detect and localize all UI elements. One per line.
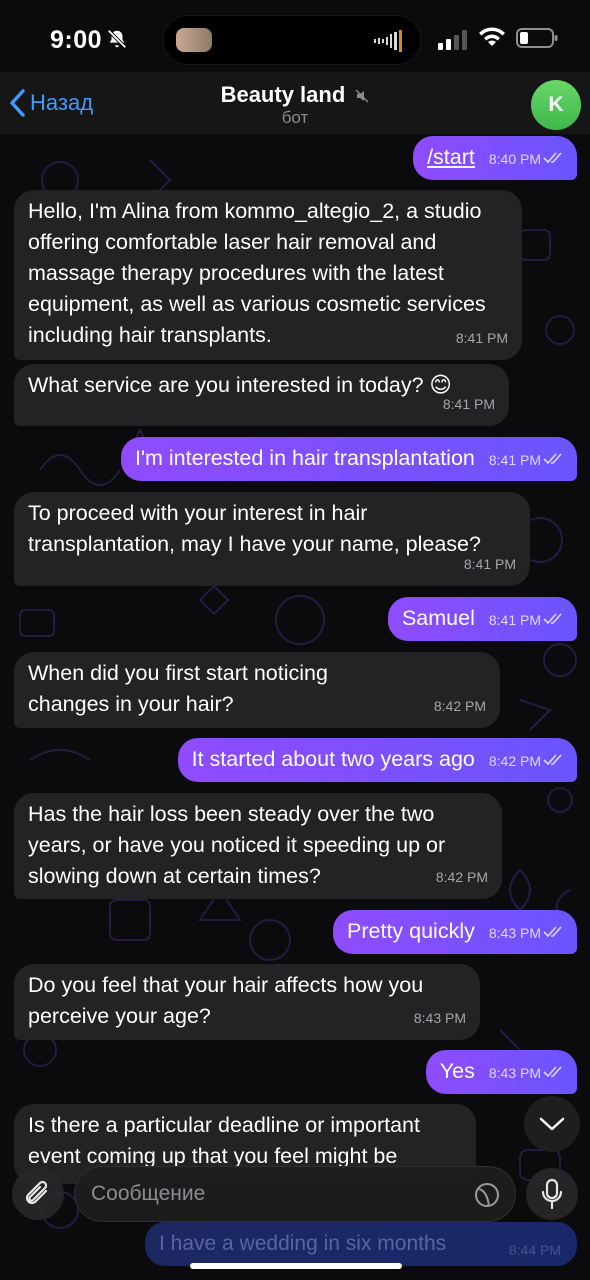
message-composer: [0, 1160, 590, 1280]
message-time: 8:42 PM: [488, 753, 541, 769]
attach-button[interactable]: [12, 1168, 64, 1220]
message-time: 8:41 PM: [463, 556, 516, 572]
muted-icon: [355, 89, 369, 103]
battery-icon: [516, 28, 558, 48]
message-time: 8:43 PM: [488, 925, 541, 941]
message-time: 8:43 PM: [413, 1010, 466, 1026]
message-text: Samuel: [401, 606, 475, 630]
message-outgoing[interactable]: It started about two years ago 8:42 PM: [177, 738, 577, 782]
message-text: Has the hair loss been steady over the t…: [28, 802, 446, 888]
message-text: Yes: [439, 1059, 475, 1083]
wifi-icon: [479, 27, 505, 46]
message-text: What service are you interested in today…: [28, 373, 452, 397]
double-check-icon: [543, 754, 562, 766]
double-check-icon: [543, 926, 562, 938]
message-outgoing[interactable]: /start 8:40 PM: [413, 136, 577, 180]
double-check-icon: [543, 613, 562, 625]
microphone-icon: [541, 1178, 563, 1210]
message-time: 8:43 PM: [488, 1065, 541, 1081]
message-time: 8:42 PM: [433, 698, 486, 714]
double-check-icon: [543, 453, 562, 465]
status-bar: 9:00: [0, 0, 590, 80]
home-indicator[interactable]: [190, 1263, 402, 1269]
scroll-to-bottom-button[interactable]: [524, 1096, 580, 1152]
paperclip-icon: [25, 1180, 48, 1205]
dynamic-island: [163, 15, 421, 65]
message-outgoing[interactable]: Yes 8:43 PM: [425, 1050, 577, 1094]
message-incoming[interactable]: Hello, I'm Alina from kommo_altegio_2, a…: [14, 190, 522, 360]
message-field[interactable]: [74, 1166, 516, 1222]
message-text: I'm interested in hair transplantation: [134, 446, 475, 470]
message-time: 8:41 PM: [488, 452, 541, 468]
message-time: 8:40 PM: [488, 151, 541, 167]
message-outgoing[interactable]: Samuel 8:41 PM: [387, 597, 577, 641]
message-text: Do you feel that your hair affects how y…: [28, 973, 424, 1028]
audio-wave-icon: [374, 30, 402, 52]
sticker-icon[interactable]: [473, 1181, 501, 1209]
message-incoming[interactable]: Has the hair loss been steady over the t…: [14, 793, 502, 899]
voice-record-button[interactable]: [526, 1168, 578, 1220]
message-incoming[interactable]: To proceed with your interest in hair tr…: [14, 492, 530, 586]
message-text: Hello, I'm Alina from kommo_altegio_2, a…: [28, 199, 486, 347]
status-time: 9:00: [50, 26, 103, 54]
message-time: 8:41 PM: [442, 396, 495, 412]
message-time: 8:41 PM: [455, 330, 508, 346]
chat-subtitle: бот: [281, 108, 309, 127]
message-incoming[interactable]: What service are you interested in today…: [14, 364, 509, 426]
cellular-signal-icon: [438, 30, 467, 50]
chat-title[interactable]: Beauty land: [0, 82, 590, 108]
message-incoming[interactable]: When did you first start noticing change…: [14, 652, 500, 728]
chat-title-text: Beauty land: [220, 82, 346, 107]
chevron-down-icon: [539, 1117, 565, 1131]
message-time: 8:42 PM: [435, 869, 488, 885]
message-text: To proceed with your interest in hair tr…: [28, 501, 481, 556]
message-input[interactable]: [91, 1167, 451, 1221]
silent-bell-icon: [107, 29, 127, 49]
message-text: It started about two years ago: [191, 747, 475, 771]
double-check-icon: [543, 1066, 562, 1078]
chat-avatar[interactable]: K: [531, 80, 581, 130]
message-incoming[interactable]: Do you feel that your hair affects how y…: [14, 964, 480, 1040]
message-text[interactable]: /start: [427, 145, 475, 169]
message-text: Pretty quickly: [347, 919, 475, 943]
message-outgoing[interactable]: Pretty quickly 8:43 PM: [333, 910, 577, 954]
message-outgoing[interactable]: I'm interested in hair transplantation 8…: [120, 437, 577, 481]
chat-header: Назад Beauty land бот K: [0, 72, 590, 134]
double-check-icon: [543, 152, 562, 164]
live-activity-avatars: [176, 28, 212, 52]
message-time: 8:41 PM: [488, 612, 541, 628]
message-text: When did you first start noticing change…: [28, 661, 328, 716]
